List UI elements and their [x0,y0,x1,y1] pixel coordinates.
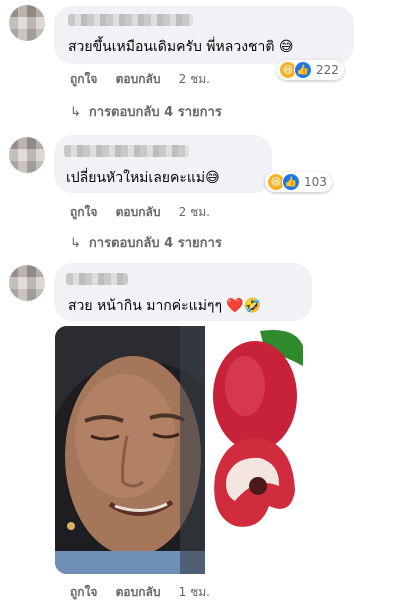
comment-time[interactable]: 1 ชม. [179,583,210,602]
reaction-summary[interactable]: 😆 👍 222 [277,60,344,80]
reply-action[interactable]: ตอบกลับ [116,70,161,89]
photo-comparison-image [55,326,303,574]
comment-actions: ถูกใจ ตอบกลับ 2 ชม. [70,203,210,222]
reaction-summary[interactable]: 😆 👍 103 [265,172,332,192]
reply-arrow-icon: ↳ [70,105,81,120]
like-reaction-icon: 👍 [282,173,300,191]
reply-action[interactable]: ตอบกลับ [116,203,161,222]
reaction-count: 222 [316,63,339,77]
view-replies-link[interactable]: ↳ การตอบกลับ 4 รายการ [70,101,222,122]
comment-bubble: เปลี่ยนหัวใหม่เลยคะแม่😅 [54,135,272,193]
comment-time[interactable]: 2 ชม. [179,70,210,89]
replies-label: การตอบกลับ 4 รายการ [88,236,222,251]
avatar[interactable] [9,265,45,301]
comment-actions: ถูกใจ ตอบกลับ 2 ชม. [70,70,210,89]
comment-text: สวยขึ้นเหมือนเดิมครับ พี่หลวงชาติ 😅 [68,39,294,55]
comment-time[interactable]: 2 ชม. [179,203,210,222]
comment-bubble: สวยขึ้นเหมือนเดิมครับ พี่หลวงชาติ 😅 [54,6,354,64]
comment-photo[interactable] [55,326,303,574]
reaction-count: 103 [304,175,327,189]
avatar[interactable] [9,137,45,173]
avatar[interactable] [9,5,45,41]
like-action[interactable]: ถูกใจ [70,70,97,89]
like-reaction-icon: 👍 [294,61,312,79]
reply-action[interactable]: ตอบกลับ [116,583,161,602]
comment-text: เปลี่ยนหัวใหม่เลยคะแม่😅 [66,170,220,186]
like-action[interactable]: ถูกใจ [70,203,97,222]
commenter-name-blurred[interactable] [66,273,128,285]
like-action[interactable]: ถูกใจ [70,583,97,602]
comment-text: สวย หน้ากิน มากค่ะแม่ๆๆ ❤️🤣 [68,298,262,314]
comment-bubble: สวย หน้ากิน มากค่ะแม่ๆๆ ❤️🤣 [54,263,312,321]
view-replies-link[interactable]: ↳ การตอบกลับ 4 รายการ [70,232,222,253]
comment-actions: ถูกใจ ตอบกลับ 1 ชม. [70,583,210,602]
replies-label: การตอบกลับ 4 รายการ [88,105,222,120]
reply-arrow-icon: ↳ [70,236,81,251]
commenter-name-blurred[interactable] [64,145,189,157]
commenter-name-blurred[interactable] [68,14,193,26]
